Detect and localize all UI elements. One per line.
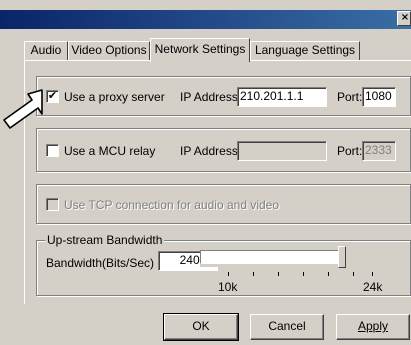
proxy-port-field[interactable]: 1080 [362, 87, 396, 107]
slider-max-label: 24k [363, 280, 383, 294]
tab-audio[interactable]: Audio [24, 41, 68, 60]
slider-thumb[interactable] [338, 246, 346, 268]
ok-button[interactable]: OK [163, 313, 239, 341]
bandwidth-slider[interactable] [200, 246, 352, 268]
proxy-checkbox-label: Use a proxy server [64, 90, 165, 104]
slider-tick [372, 272, 373, 276]
title-bar: × [0, 10, 411, 29]
cancel-button[interactable]: Cancel [250, 314, 324, 340]
proxy-checkbox[interactable]: ✔ [46, 90, 59, 103]
tab-network-settings[interactable]: Network Settings [150, 38, 250, 62]
tab-label: Network Settings [154, 42, 246, 56]
slider-tick [253, 272, 254, 276]
mcu-ip-field[interactable] [237, 141, 327, 161]
tcp-checkbox[interactable] [46, 198, 59, 211]
mcu-port-field[interactable]: 2333 [362, 141, 396, 161]
slider-tick [353, 272, 354, 276]
apply-button[interactable]: Apply [336, 314, 410, 340]
check-mark-icon: ✔ [47, 90, 58, 102]
slider-track [200, 250, 346, 264]
tab-video-options[interactable]: Video Options [68, 41, 150, 60]
proxy-port-label: Port: [337, 90, 363, 104]
bandwidth-group-title: Up-stream Bandwidth [45, 233, 165, 247]
close-icon[interactable]: × [397, 11, 411, 26]
slider-tick [328, 272, 329, 276]
tab-label: Video Options [71, 43, 147, 57]
slider-min-label: 10k [218, 280, 238, 294]
proxy-ip-label: IP Address: [180, 90, 242, 104]
mcu-checkbox-label: Use a MCU relay [64, 144, 156, 158]
arrow-cursor-icon [3, 89, 43, 129]
slider-tick [228, 272, 229, 276]
bandwidth-label: Bandwidth(Bits/Sec) [46, 256, 155, 270]
slider-tick [303, 272, 304, 276]
mcu-ip-label: IP Address: [180, 144, 242, 158]
tab-strip: Audio Video Options Network Settings Lan… [0, 38, 411, 62]
tab-label: Audio [30, 43, 62, 57]
proxy-ip-field[interactable]: 210.201.1.1 [237, 87, 327, 107]
tab-language-settings[interactable]: Language Settings [250, 41, 360, 60]
tcp-checkbox-label: Use TCP connection for audio and video [64, 198, 280, 212]
mcu-port-label: Port: [337, 144, 363, 158]
slider-tick [278, 272, 279, 276]
mcu-checkbox[interactable] [46, 144, 59, 157]
tab-label: Language Settings [254, 43, 356, 57]
